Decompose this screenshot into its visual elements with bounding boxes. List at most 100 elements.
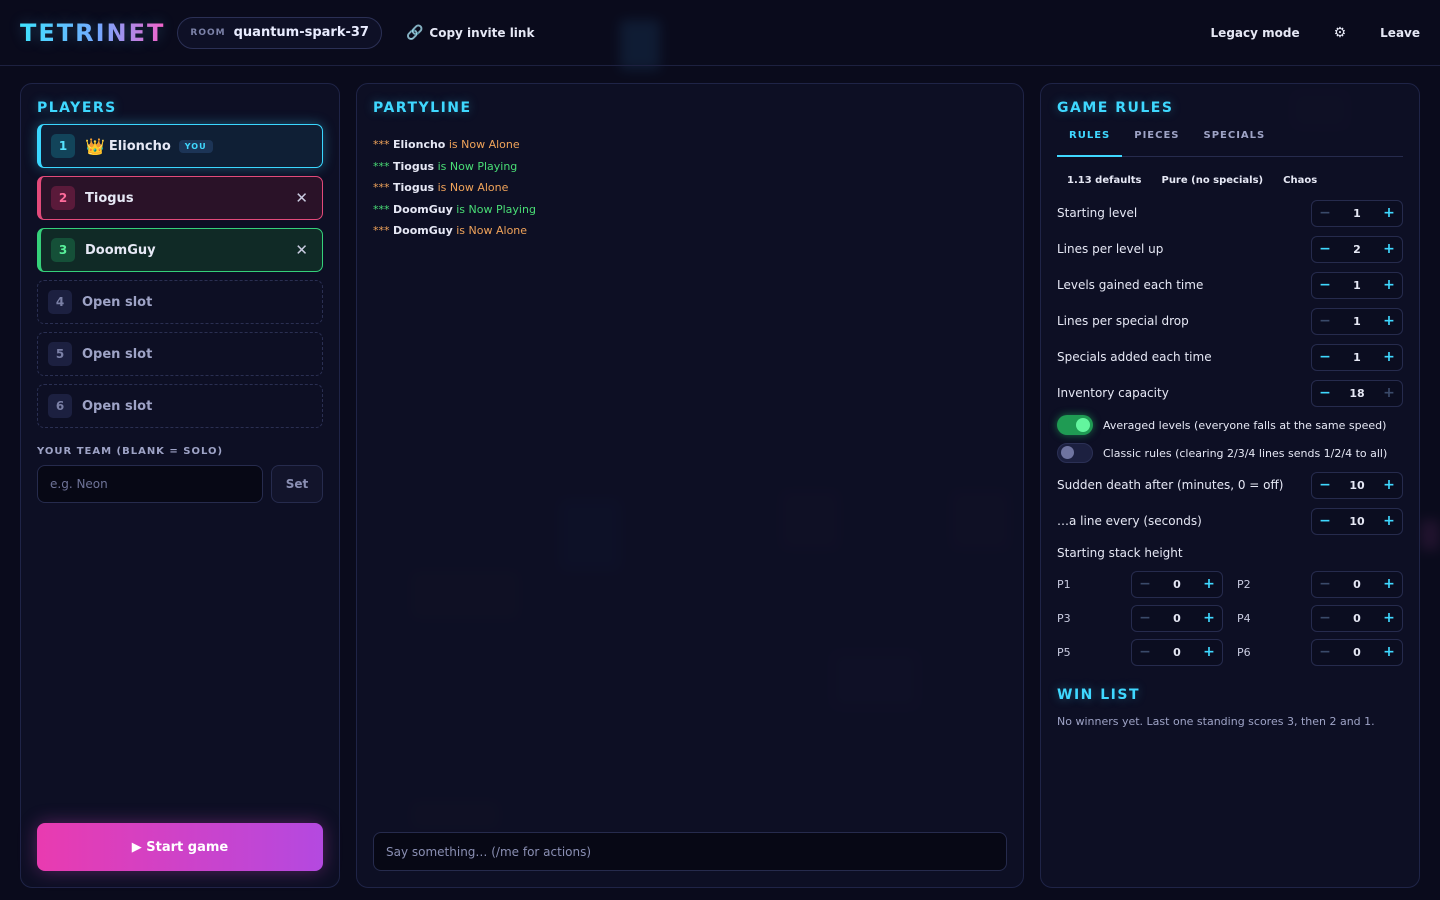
chat-input[interactable] (373, 832, 1007, 871)
stepper-value: 0 (1173, 645, 1181, 659)
team-label: YOUR TEAM (BLANK = SOLO) (37, 446, 224, 457)
chat-message: *** Elioncho is Now Alone (373, 138, 520, 151)
players-panel: PLAYERS 1 👑 Elioncho YOU 2 Tiogus ✕ 3 Do… (20, 83, 340, 888)
win-list-note: No winners yet. Last one standing scores… (1057, 715, 1375, 728)
player-name: DoomGuy (85, 242, 156, 258)
increment-button[interactable]: + (1376, 477, 1402, 493)
tab-rules[interactable]: RULES (1057, 130, 1123, 157)
increment-button[interactable]: + (1376, 277, 1402, 293)
leave-button[interactable]: Leave (1380, 26, 1420, 40)
stepper-value: 1 (1353, 314, 1361, 328)
stack-height-label: Starting stack height (1057, 546, 1183, 560)
toggle-label: Averaged levels (everyone falls at the s… (1103, 418, 1387, 432)
copy-invite-link-button[interactable]: 🔗 Copy invite link (406, 25, 534, 41)
set-team-button[interactable]: Set (271, 465, 323, 503)
decrement-button[interactable]: − (1132, 644, 1158, 660)
averaged-levels-toggle[interactable] (1057, 415, 1093, 435)
decrement-button[interactable]: − (1312, 349, 1338, 365)
preset-chaos-button[interactable]: Chaos (1273, 175, 1327, 186)
toggle-label: Classic rules (clearing 2/3/4 lines send… (1103, 446, 1388, 460)
averaged-levels-row: Averaged levels (everyone falls at the s… (1057, 411, 1403, 439)
gear-icon[interactable]: ⚙ (1334, 25, 1347, 41)
crown-icon: 👑 (85, 136, 105, 156)
stack-p2-stepper: − 0 + (1311, 570, 1403, 598)
open-slot-label: Open slot (82, 346, 153, 362)
lines-per-level-stepper: − 2 + (1311, 235, 1403, 263)
you-badge: YOU (178, 139, 213, 153)
player-slot-2: 2 Tiogus ✕ (37, 176, 323, 220)
stepper-value: 0 (1353, 645, 1361, 659)
stack-row-p5: P5 − 0 + (1057, 635, 1223, 669)
kick-player-close-icon[interactable]: ✕ (295, 189, 308, 207)
tab-pieces[interactable]: PIECES (1122, 130, 1191, 156)
stepper-value: 10 (1349, 514, 1365, 528)
decrement-button[interactable]: − (1312, 576, 1338, 592)
team-input[interactable] (37, 465, 263, 503)
preset-pure-button[interactable]: Pure (no specials) (1151, 175, 1273, 186)
stack-row-p6: P6 − 0 + (1237, 635, 1403, 669)
rule-label: Lines per special drop (1057, 314, 1189, 328)
game-rules-title: GAME RULES (1057, 100, 1174, 116)
rule-row-levels-gained: Levels gained each time − 1 + (1057, 267, 1403, 303)
chat-log: *** Elioncho is Now Alone *** Tiogus is … (373, 134, 1007, 242)
decrement-button[interactable]: − (1312, 644, 1338, 660)
increment-button[interactable]: + (1196, 644, 1222, 660)
starting-level-stepper: − 1 + (1311, 199, 1403, 227)
stack-label: P2 (1237, 577, 1251, 591)
decrement-button[interactable]: − (1312, 241, 1338, 257)
decrement-button[interactable]: − (1132, 610, 1158, 626)
decrement-button[interactable]: − (1312, 205, 1338, 221)
decrement-button[interactable]: − (1312, 513, 1338, 529)
tab-specials[interactable]: SPECIALS (1192, 130, 1278, 156)
inventory-capacity-stepper: − 18 + (1311, 379, 1403, 407)
legacy-mode-button[interactable]: Legacy mode (1211, 26, 1300, 40)
increment-button[interactable]: + (1196, 610, 1222, 626)
stack-label: P1 (1057, 577, 1071, 591)
open-slot-label: Open slot (82, 294, 153, 310)
player-slot-4: 4 Open slot (37, 280, 323, 324)
increment-button[interactable]: + (1376, 610, 1402, 626)
win-list-section: WIN LIST No winners yet. Last one standi… (1057, 687, 1403, 728)
rule-label: Sudden death after (minutes, 0 = off) (1057, 478, 1284, 492)
increment-button[interactable]: + (1376, 385, 1402, 401)
decrement-button[interactable]: − (1312, 477, 1338, 493)
partyline-title: PARTYLINE (373, 100, 472, 116)
player-name: Tiogus (85, 190, 134, 206)
stepper-value: 0 (1353, 577, 1361, 591)
increment-button[interactable]: + (1376, 313, 1402, 329)
stepper-value: 1 (1353, 206, 1361, 220)
rule-row-line-every: …a line every (seconds) − 10 + (1057, 503, 1403, 539)
kick-player-close-icon[interactable]: ✕ (295, 241, 308, 259)
slot-number: 5 (48, 342, 72, 366)
start-game-button[interactable]: ▶ Start game (37, 823, 323, 871)
stepper-value: 0 (1353, 611, 1361, 625)
increment-button[interactable]: + (1376, 513, 1402, 529)
link-icon: 🔗 (405, 24, 424, 41)
room-pill: ROOM quantum-spark-37 (177, 16, 382, 49)
room-name: quantum-spark-37 (233, 25, 369, 40)
increment-button[interactable]: + (1196, 576, 1222, 592)
preset-defaults-button[interactable]: 1.13 defaults (1057, 175, 1151, 186)
rule-label: Inventory capacity (1057, 386, 1169, 400)
rule-row-starting-level: Starting level − 1 + (1057, 195, 1403, 231)
chat-message: *** DoomGuy is Now Alone (373, 224, 528, 238)
increment-button[interactable]: + (1376, 644, 1402, 660)
sudden-death-stepper: − 10 + (1311, 471, 1403, 499)
decrement-button[interactable]: − (1132, 576, 1158, 592)
stack-p3-stepper: − 0 + (1131, 604, 1223, 632)
decrement-button[interactable]: − (1312, 610, 1338, 626)
decrement-button[interactable]: − (1312, 385, 1338, 401)
rule-row-lines-per-special: Lines per special drop − 1 + (1057, 303, 1403, 339)
classic-rules-toggle[interactable] (1057, 443, 1093, 463)
decrement-button[interactable]: − (1312, 313, 1338, 329)
room-label: ROOM (190, 27, 226, 38)
increment-button[interactable]: + (1376, 205, 1402, 221)
increment-button[interactable]: + (1376, 349, 1402, 365)
players-title: PLAYERS (37, 100, 117, 116)
increment-button[interactable]: + (1376, 241, 1402, 257)
stack-row-p3: P3 − 0 + (1057, 601, 1223, 635)
increment-button[interactable]: + (1376, 576, 1402, 592)
win-list-title: WIN LIST (1057, 687, 1141, 703)
decrement-button[interactable]: − (1312, 277, 1338, 293)
stack-p4-stepper: − 0 + (1311, 604, 1403, 632)
